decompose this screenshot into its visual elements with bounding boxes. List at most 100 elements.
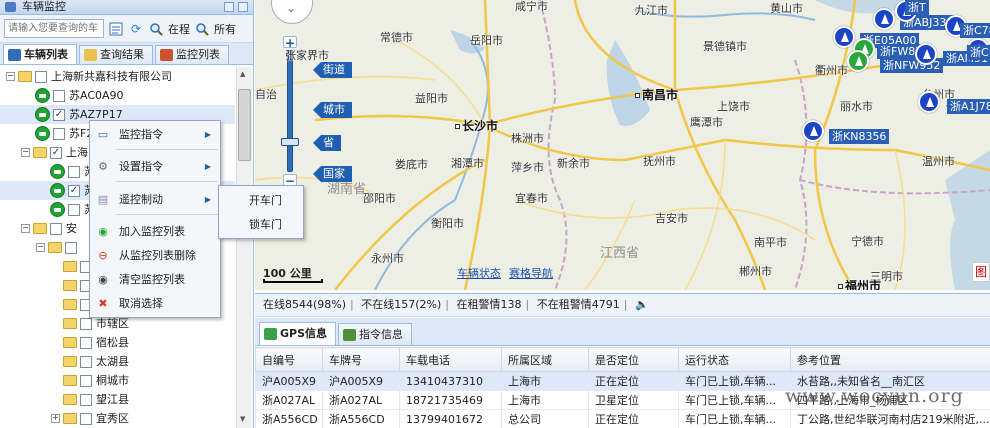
node-checkbox[interactable] xyxy=(68,166,80,178)
zoom-level-city[interactable]: 城市 xyxy=(313,102,352,118)
list-icon[interactable] xyxy=(108,21,124,37)
tab-vehicle-list[interactable]: 车辆列表 xyxy=(3,44,77,64)
vehicle-node[interactable]: 苏AC0A90 xyxy=(0,86,235,105)
vehicle-marker-icon[interactable] xyxy=(833,26,855,48)
search-all-button[interactable]: 所有 xyxy=(214,21,236,37)
collapse-toggle-icon[interactable]: − xyxy=(36,243,45,252)
search-input[interactable] xyxy=(4,19,104,38)
node-checkbox[interactable] xyxy=(80,375,92,387)
map-corner-tag[interactable]: 图 xyxy=(972,262,990,282)
vehicle-marker-icon[interactable] xyxy=(918,91,940,113)
column-header[interactable]: 运行状态 xyxy=(678,347,791,372)
close-icon[interactable] xyxy=(238,2,248,12)
search-icon[interactable] xyxy=(148,21,164,37)
vehicle-plate-label[interactable]: 浙KN8356 xyxy=(829,129,890,144)
speaker-icon[interactable]: 🔈 xyxy=(635,298,649,311)
node-checkbox[interactable] xyxy=(80,394,92,406)
group-node[interactable]: 宿松县 xyxy=(0,333,235,352)
vehicle-status-icon xyxy=(35,126,50,141)
folder-icon xyxy=(63,356,77,367)
node-label: 宿松县 xyxy=(96,336,129,349)
vehicle-plate-label[interactable]: 浙C78523 xyxy=(960,23,990,38)
menu-item-lock-door[interactable]: 锁车门 xyxy=(219,213,303,237)
scroll-up-icon[interactable]: ▲ xyxy=(240,70,245,78)
map-view[interactable]: + − 街道 城市 省 国家 张家界市常德市岳阳市九江市咸宁市黄山市景德镇市衢州… xyxy=(255,0,990,290)
column-header[interactable]: 车牌号 xyxy=(322,347,400,372)
column-header[interactable]: 车载电话 xyxy=(399,347,502,372)
column-header[interactable]: 所属区域 xyxy=(501,347,589,372)
node-checkbox[interactable] xyxy=(35,71,47,83)
node-checkbox[interactable] xyxy=(80,356,92,368)
node-checkbox[interactable]: ✓ xyxy=(68,185,80,197)
table-cell: 车门已上锁,车辆... xyxy=(678,371,791,391)
capital-dot-icon xyxy=(838,284,843,289)
not-rented-alarm-count[interactable]: 不在租警情4791 xyxy=(537,298,620,311)
tab-command-info[interactable]: 指令信息 xyxy=(338,323,413,345)
vehicle-plate-label[interactable]: 浙A1J78 xyxy=(947,99,990,114)
city-label: 上饶市 xyxy=(717,98,750,114)
zoom-rail[interactable] xyxy=(287,50,293,172)
online-count[interactable]: 在线8544(98%) xyxy=(263,298,346,311)
table-row[interactable]: 浙A556CD 浙A556CD 13799401672 总公司 正在定位 车门已上锁,车辆… xyxy=(255,409,990,428)
menu-item-3[interactable]: ▤ 遥控制动 ▶ xyxy=(90,189,220,211)
menu-item-7[interactable]: ✖ 取消选择 xyxy=(90,293,220,315)
vehicle-marker-icon[interactable] xyxy=(802,120,824,142)
vehicle-status-link[interactable]: 车辆状态 xyxy=(457,265,501,281)
group-node[interactable]: − 上海新共嘉科技有限公司 xyxy=(0,67,235,86)
node-checkbox[interactable]: ✓ xyxy=(53,109,65,121)
search-all-icon[interactable] xyxy=(194,21,210,37)
folder-icon xyxy=(63,261,77,272)
eye-add-icon: ◉ xyxy=(98,225,108,238)
vehicle-plate-label[interactable]: 浙C xyxy=(967,45,990,60)
collapse-toggle-icon[interactable]: − xyxy=(21,148,30,157)
tab-query-results[interactable]: 查询结果 xyxy=(79,45,153,64)
zoom-knob[interactable] xyxy=(281,138,299,146)
collapse-toggle-icon[interactable]: − xyxy=(21,224,30,233)
vehicle-marker-icon[interactable] xyxy=(847,50,869,72)
node-checkbox[interactable]: ✓ xyxy=(50,147,62,159)
node-checkbox[interactable] xyxy=(50,223,62,235)
tab-monitor-list[interactable]: 监控列表 xyxy=(155,45,229,64)
search-in-scope-button[interactable]: 在程 xyxy=(168,21,190,37)
node-checkbox[interactable] xyxy=(65,242,77,254)
menu-item-open-door[interactable]: 开车门 xyxy=(219,189,303,213)
saige-navigation-link[interactable]: 赛格导航 xyxy=(509,265,553,281)
menu-item-4[interactable]: ◉ 加入监控列表 xyxy=(90,221,220,243)
expand-toggle-icon[interactable]: + xyxy=(51,414,60,423)
city-name: 九江市 xyxy=(635,4,668,17)
node-checkbox[interactable] xyxy=(68,204,80,216)
column-header[interactable]: 自编号 xyxy=(255,347,323,372)
offline-count[interactable]: 不在线157(2%) xyxy=(361,298,441,311)
tab-gps-info[interactable]: GPS信息 xyxy=(259,322,337,345)
vehicle-plate-label[interactable]: 浙T xyxy=(905,0,929,15)
scrollbar-thumb[interactable] xyxy=(238,89,251,161)
vehicle-marker-icon[interactable] xyxy=(915,43,937,65)
collapse-toggle-icon[interactable]: − xyxy=(6,72,15,81)
group-node[interactable]: 桐城市 xyxy=(0,371,235,390)
group-node[interactable]: + 宜秀区 xyxy=(0,409,235,428)
menu-item-2[interactable]: ⚙ 设置指令 ▶ xyxy=(90,156,220,178)
restore-icon[interactable] xyxy=(224,2,234,12)
rented-alarm-count[interactable]: 在租警情138 xyxy=(457,298,522,311)
menu-item-6[interactable]: ◉ 清空监控列表 xyxy=(90,269,220,291)
city-label: 景德镇市 xyxy=(703,38,747,54)
menu-item-1[interactable]: ▭ 监控指令 ▶ xyxy=(90,124,220,146)
scroll-down-icon[interactable]: ▼ xyxy=(240,415,245,423)
column-header[interactable]: 是否定位 xyxy=(588,347,679,372)
city-label: 郴州市 xyxy=(739,263,772,279)
refresh-icon[interactable]: ⟳ xyxy=(128,21,144,37)
column-header[interactable]: 参考位置 xyxy=(790,347,990,372)
tree-scrollbar[interactable]: ▲ ▼ xyxy=(236,67,252,428)
group-node[interactable]: 望江县 xyxy=(0,390,235,409)
node-checkbox[interactable] xyxy=(80,413,92,425)
vehicle-marker-icon[interactable] xyxy=(873,8,895,30)
node-checkbox[interactable] xyxy=(80,318,92,330)
zoom-level-street[interactable]: 街道 xyxy=(313,62,352,78)
vehicle-status-icon xyxy=(50,202,65,217)
node-checkbox[interactable] xyxy=(80,337,92,349)
node-checkbox[interactable] xyxy=(53,128,65,140)
city-label: 自治 xyxy=(255,86,277,102)
menu-item-5[interactable]: ⊖ 从监控列表删除 xyxy=(90,245,220,267)
group-node[interactable]: 太湖县 xyxy=(0,352,235,371)
node-checkbox[interactable] xyxy=(53,90,65,102)
